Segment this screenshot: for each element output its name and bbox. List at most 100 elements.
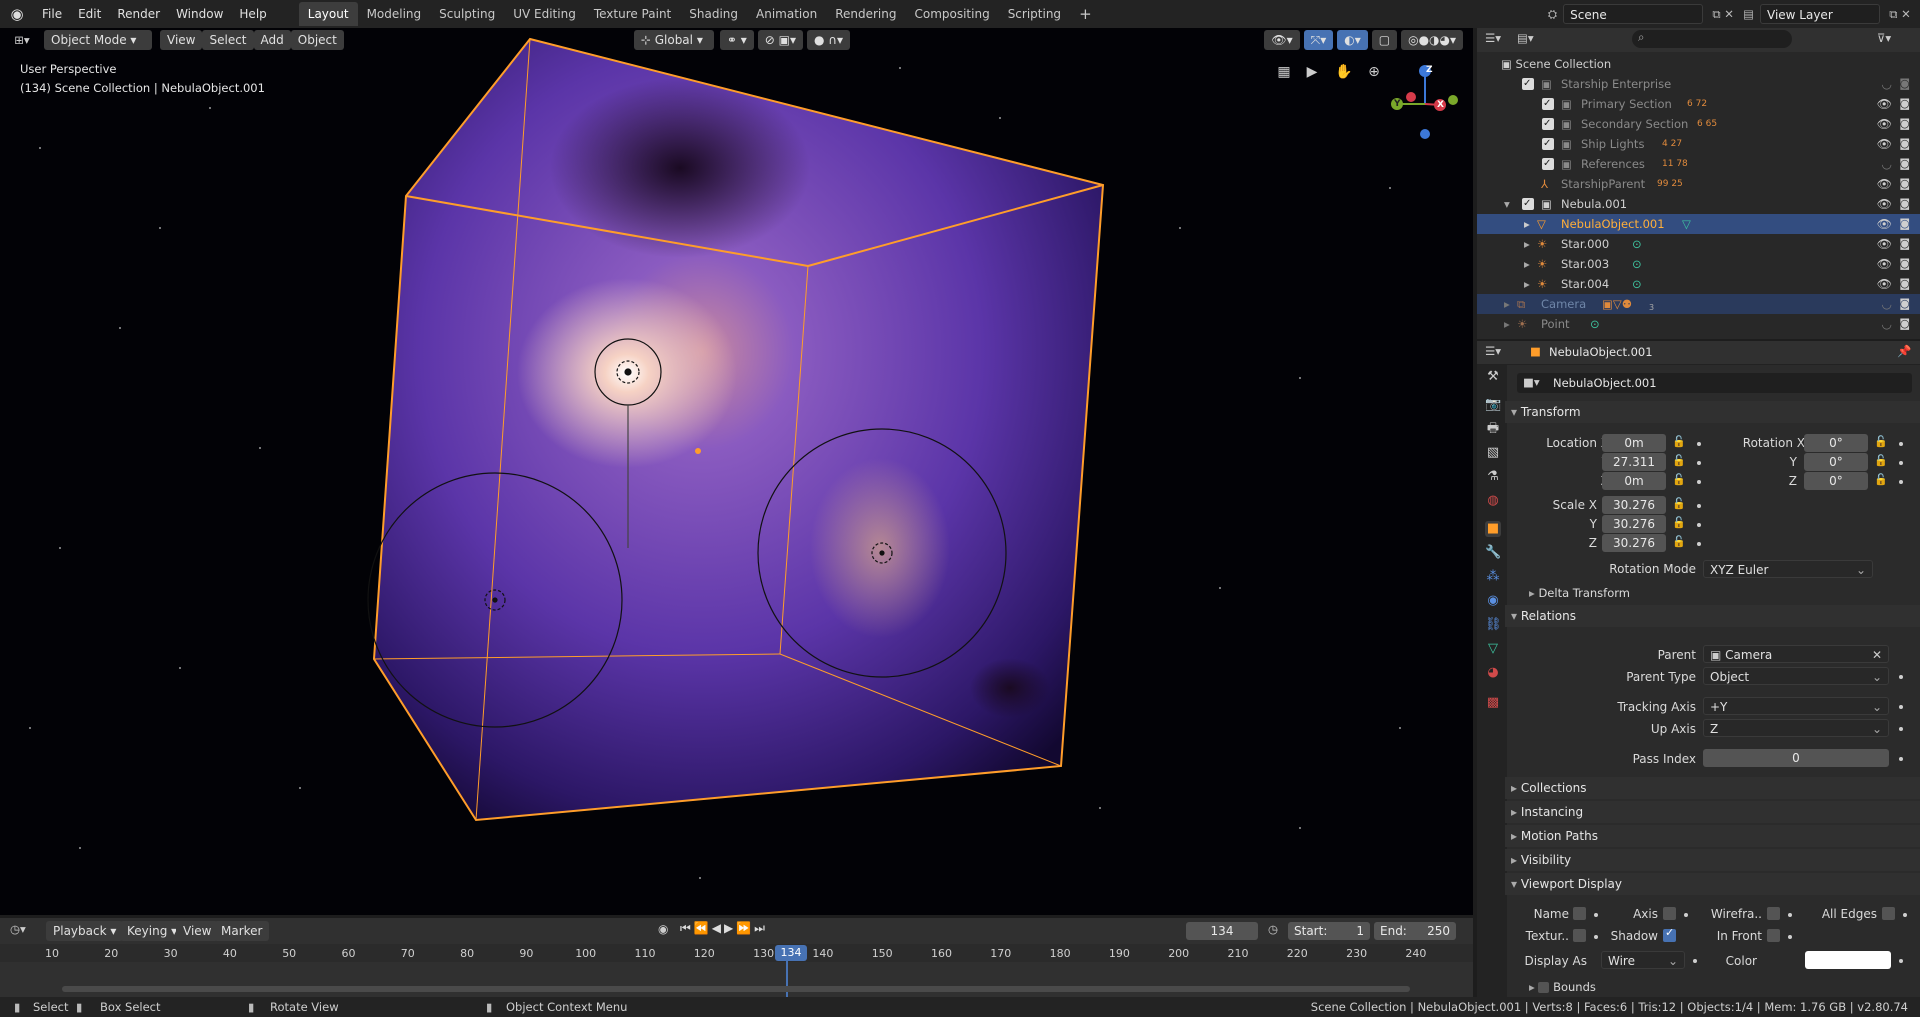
- keyframe-dot-icon[interactable]: [1697, 504, 1701, 508]
- eye-icon[interactable]: ◡: [1882, 154, 1892, 174]
- eye-icon[interactable]: 👁: [1877, 234, 1892, 254]
- row-checkbox[interactable]: [1522, 194, 1534, 214]
- keyframe-dot-icon[interactable]: [1697, 442, 1701, 446]
- clear-parent-icon[interactable]: ✕: [1872, 646, 1882, 664]
- outliner-row[interactable]: ▸ ☀ Point ⊙ ◡ ◙: [1477, 314, 1920, 334]
- camera-restrict-icon[interactable]: ◙: [1899, 254, 1910, 274]
- menu-add[interactable]: Add: [253, 30, 291, 50]
- pivot-icon[interactable]: ⚭ ▾: [719, 30, 754, 50]
- rotation-y-field[interactable]: 0°: [1804, 453, 1868, 471]
- keyframe-dot-icon[interactable]: [1899, 461, 1903, 465]
- scale-y-field[interactable]: 30.276: [1602, 515, 1666, 533]
- tab-uv-editing[interactable]: UV Editing: [504, 2, 585, 26]
- timeline-view-menu[interactable]: View: [176, 921, 219, 941]
- keyframe-dot-icon[interactable]: [1697, 542, 1701, 546]
- lock-icon[interactable]: 🔓: [1672, 535, 1686, 548]
- snap-icon[interactable]: ⊘ ▣▾: [757, 30, 803, 50]
- camera-restrict-icon[interactable]: ◙: [1899, 294, 1910, 314]
- outliner-row[interactable]: ⅄ StarshipParent 99 25 👁 ◙: [1477, 174, 1920, 194]
- lock-icon[interactable]: 🔓: [1672, 516, 1686, 529]
- lock-icon[interactable]: 🔓: [1672, 435, 1686, 448]
- eye-icon[interactable]: 👁: [1877, 214, 1892, 234]
- rotation-z-field[interactable]: 0°: [1804, 472, 1868, 490]
- row-checkbox[interactable]: [1542, 114, 1554, 134]
- menu-object[interactable]: Object: [290, 30, 344, 50]
- row-checkbox[interactable]: [1542, 134, 1554, 154]
- parent-type-dropdown[interactable]: Object ⌄: [1703, 667, 1889, 685]
- outliner-row[interactable]: ▣ Ship Lights4 27👁◙: [1477, 134, 1920, 154]
- scale-z-field[interactable]: 30.276: [1602, 534, 1666, 552]
- keyframe-dot-icon[interactable]: [1697, 523, 1701, 527]
- overlay-toggle-icon[interactable]: ◐▾: [1337, 30, 1368, 50]
- vd-texture-checkbox[interactable]: [1573, 929, 1586, 942]
- tab-shading[interactable]: Shading: [680, 2, 747, 26]
- camera-restrict-icon[interactable]: ◙: [1899, 94, 1910, 114]
- object-tab-icon[interactable]: ■: [1485, 521, 1501, 537]
- lock-icon[interactable]: 🔓: [1874, 454, 1888, 467]
- keyframe-dot-icon[interactable]: [1697, 480, 1701, 484]
- camera-restrict-icon[interactable]: ◙: [1899, 114, 1910, 134]
- keyframe-dot-icon[interactable]: [1899, 959, 1903, 963]
- eye-icon[interactable]: ◡: [1882, 74, 1892, 94]
- outliner-row[interactable]: ▸ ☀ Star.000 ⊙ 👁 ◙: [1477, 234, 1920, 254]
- tab-texture-paint[interactable]: Texture Paint: [585, 2, 680, 26]
- collections-panel-header[interactable]: ▸ Collections: [1505, 777, 1920, 799]
- outliner-row[interactable]: ▸ ☀ Star.003 ⊙ 👁 ◙: [1477, 254, 1920, 274]
- color-swatch[interactable]: [1805, 951, 1891, 969]
- viewport-display-panel-header[interactable]: ▾ Viewport Display: [1505, 873, 1920, 895]
- menu-view[interactable]: View: [160, 30, 203, 50]
- outliner-row[interactable]: ▣ Secondary Section6 65👁◙: [1477, 114, 1920, 134]
- outliner-row[interactable]: ▣ Starship Enterprise◡◙: [1477, 74, 1920, 94]
- camera-restrict-icon[interactable]: ◙: [1899, 194, 1910, 214]
- end-frame-field[interactable]: End: 250: [1374, 922, 1456, 940]
- eye-icon[interactable]: 👁: [1877, 114, 1892, 134]
- lock-icon[interactable]: 🔓: [1874, 473, 1888, 486]
- add-workspace-icon[interactable]: +: [1070, 2, 1101, 26]
- playhead-frame-label[interactable]: 134: [775, 945, 807, 961]
- tab-sculpting[interactable]: Sculpting: [430, 2, 504, 26]
- keyframe-dot-icon[interactable]: [1903, 913, 1907, 917]
- vd-all-edges-checkbox[interactable]: [1882, 907, 1895, 920]
- keyframe-dot-icon[interactable]: [1899, 757, 1903, 761]
- vd-shadow-checkbox[interactable]: [1663, 926, 1676, 942]
- vd-name-checkbox[interactable]: [1573, 907, 1586, 920]
- modifier-tab-icon[interactable]: 🔧: [1485, 545, 1501, 561]
- motion-paths-panel-header[interactable]: ▸ Motion Paths: [1505, 825, 1920, 847]
- object-name-field[interactable]: ■▾ NebulaObject.001: [1517, 373, 1912, 393]
- lock-icon[interactable]: 🔓: [1672, 473, 1686, 486]
- location-y-field[interactable]: 27.311: [1602, 453, 1666, 471]
- eye-icon[interactable]: 👁: [1877, 274, 1892, 294]
- tab-scripting[interactable]: Scripting: [999, 2, 1070, 26]
- menu-window[interactable]: Window: [168, 2, 231, 26]
- view-layer-icon[interactable]: ▤: [1743, 7, 1754, 21]
- lock-icon[interactable]: 🔓: [1672, 497, 1686, 510]
- tab-compositing[interactable]: Compositing: [905, 2, 998, 26]
- delta-transform-subpanel[interactable]: ▸ Delta Transform: [1529, 586, 1630, 600]
- timeline-editor-icon[interactable]: ◷▾: [10, 922, 26, 936]
- bounds-subpanel[interactable]: ▸ Bounds: [1529, 980, 1596, 994]
- blender-logo-icon[interactable]: ◉: [0, 5, 34, 23]
- keyframe-dot-icon[interactable]: [1899, 480, 1903, 484]
- marker-menu[interactable]: Marker: [214, 921, 270, 941]
- camera-restrict-icon[interactable]: ◙: [1899, 274, 1910, 294]
- tab-animation[interactable]: Animation: [747, 2, 826, 26]
- constraints-tab-icon[interactable]: ⛓: [1485, 617, 1502, 633]
- playback-controls[interactable]: ⏮⏪◀▶⏩⏭: [680, 921, 768, 936]
- tab-layout[interactable]: Layout: [298, 2, 358, 26]
- relations-panel-header[interactable]: ▾ Relations: [1505, 605, 1920, 627]
- timeline-ruler[interactable]: 10 20 30 40 50 60 70 80 90 100 110 120 130 140 150 160 1…: [0, 944, 1473, 962]
- eye-icon[interactable]: 👁: [1877, 254, 1892, 274]
- keying-menu[interactable]: Keying ▾: [120, 921, 185, 941]
- outliner-row[interactable]: ▸ ⧉ Camera ▣▽⚉ 3 ◡ ◙: [1477, 294, 1920, 314]
- outliner-row[interactable]: ▸ ☀ Star.004 ⊙ 👁 ◙: [1477, 274, 1920, 294]
- view-layer-tab-icon[interactable]: ▧: [1485, 445, 1501, 461]
- tool-tab-icon[interactable]: ⚒: [1485, 369, 1501, 385]
- tab-rendering[interactable]: Rendering: [826, 2, 905, 26]
- mode-dropdown[interactable]: Object Mode ▾: [44, 30, 152, 50]
- scene-tab-icon[interactable]: ⚗: [1485, 469, 1501, 485]
- camera-restrict-icon[interactable]: ◙: [1899, 214, 1910, 234]
- scale-x-field[interactable]: 30.276: [1602, 496, 1666, 514]
- parent-field[interactable]: ▣ Camera ✕: [1703, 645, 1889, 663]
- location-z-field[interactable]: 0m: [1602, 472, 1666, 490]
- rotation-x-field[interactable]: 0°: [1804, 434, 1868, 452]
